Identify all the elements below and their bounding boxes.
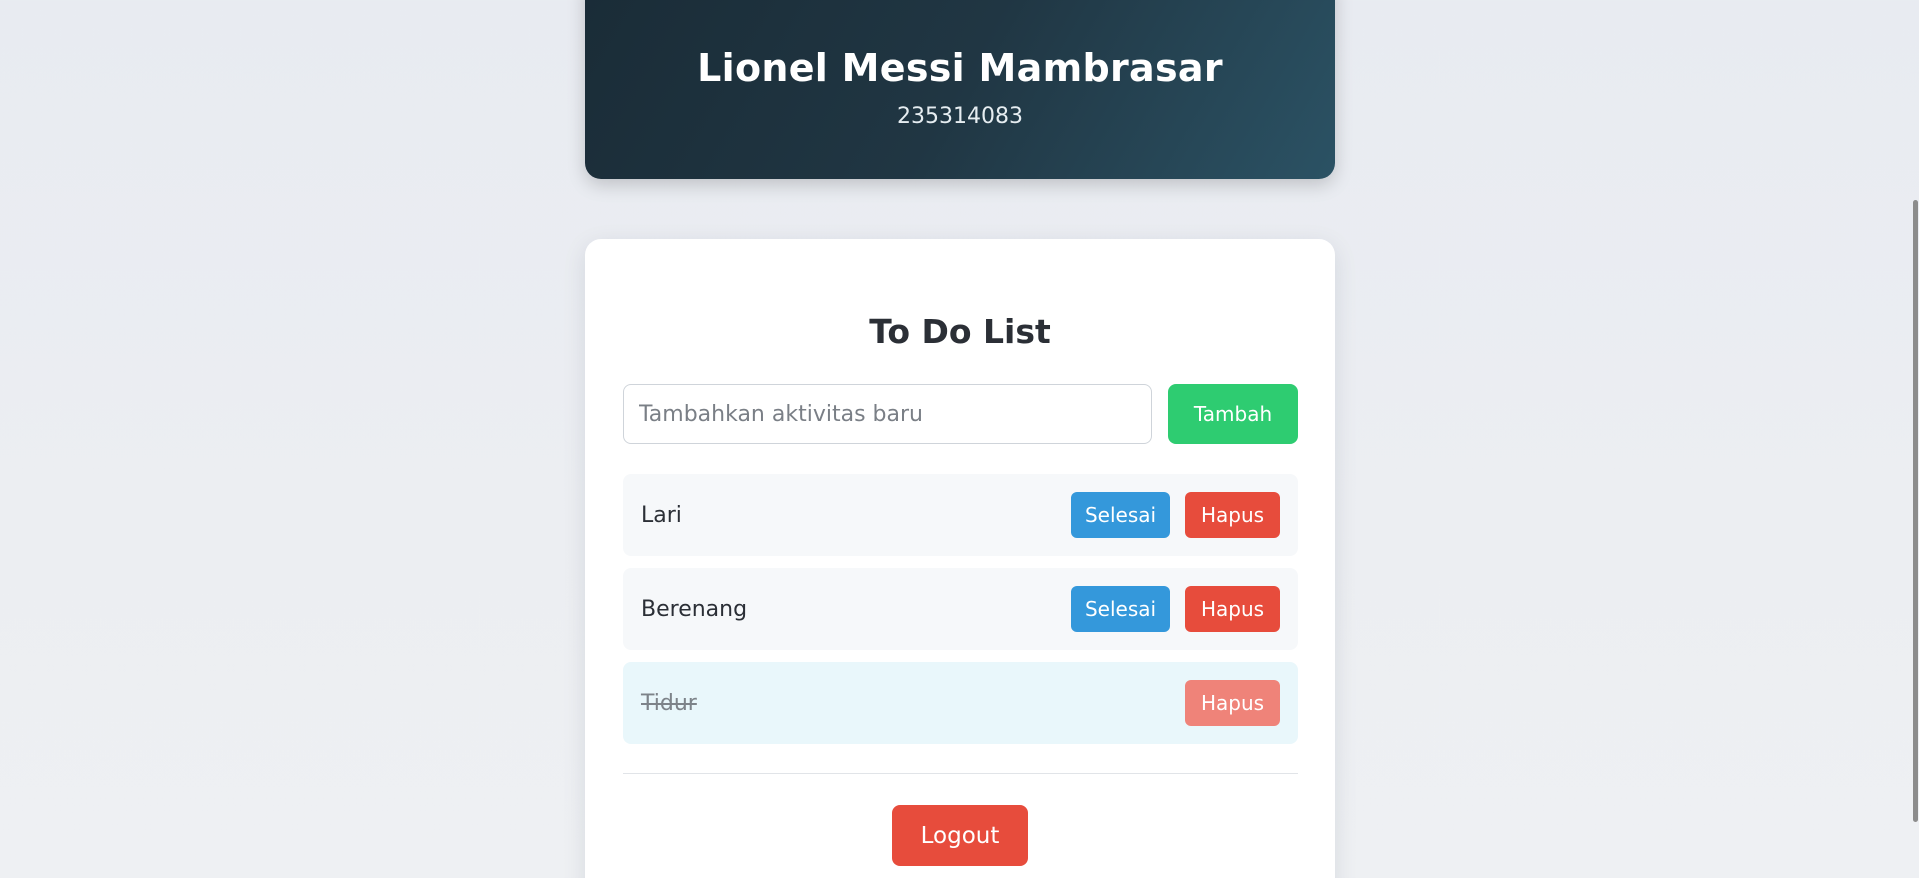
delete-task-button[interactable]: Hapus: [1185, 492, 1280, 538]
task-text: Lari: [641, 502, 682, 528]
complete-task-button[interactable]: Selesai: [1071, 586, 1170, 632]
task-item: Berenang Selesai Hapus: [623, 568, 1298, 650]
divider: [623, 773, 1298, 774]
scrollbar[interactable]: [1909, 0, 1919, 878]
scrollbar-thumb[interactable]: [1913, 200, 1918, 822]
todo-title: To Do List: [869, 312, 1051, 351]
profile-name: Lionel Messi Mambrasar: [697, 46, 1223, 90]
logout-button[interactable]: Logout: [892, 805, 1028, 866]
task-text: Berenang: [641, 596, 748, 622]
add-task-button[interactable]: Tambah: [1168, 384, 1298, 444]
delete-task-button[interactable]: Hapus: [1185, 586, 1280, 632]
new-task-input[interactable]: [623, 384, 1152, 444]
delete-task-button[interactable]: Hapus: [1185, 680, 1280, 726]
profile-id: 235314083: [897, 104, 1023, 129]
profile-card: Lionel Messi Mambrasar 235314083: [585, 0, 1335, 179]
complete-task-button[interactable]: Selesai: [1071, 492, 1170, 538]
task-text: Tidur: [641, 690, 697, 716]
task-item: Lari Selesai Hapus: [623, 474, 1298, 556]
todo-card: To Do List Tambah Lari Selesai Hapus Ber…: [585, 239, 1335, 878]
task-list: Lari Selesai Hapus Berenang Selesai Hapu…: [623, 474, 1298, 756]
task-item-completed: Tidur Hapus: [623, 662, 1298, 744]
